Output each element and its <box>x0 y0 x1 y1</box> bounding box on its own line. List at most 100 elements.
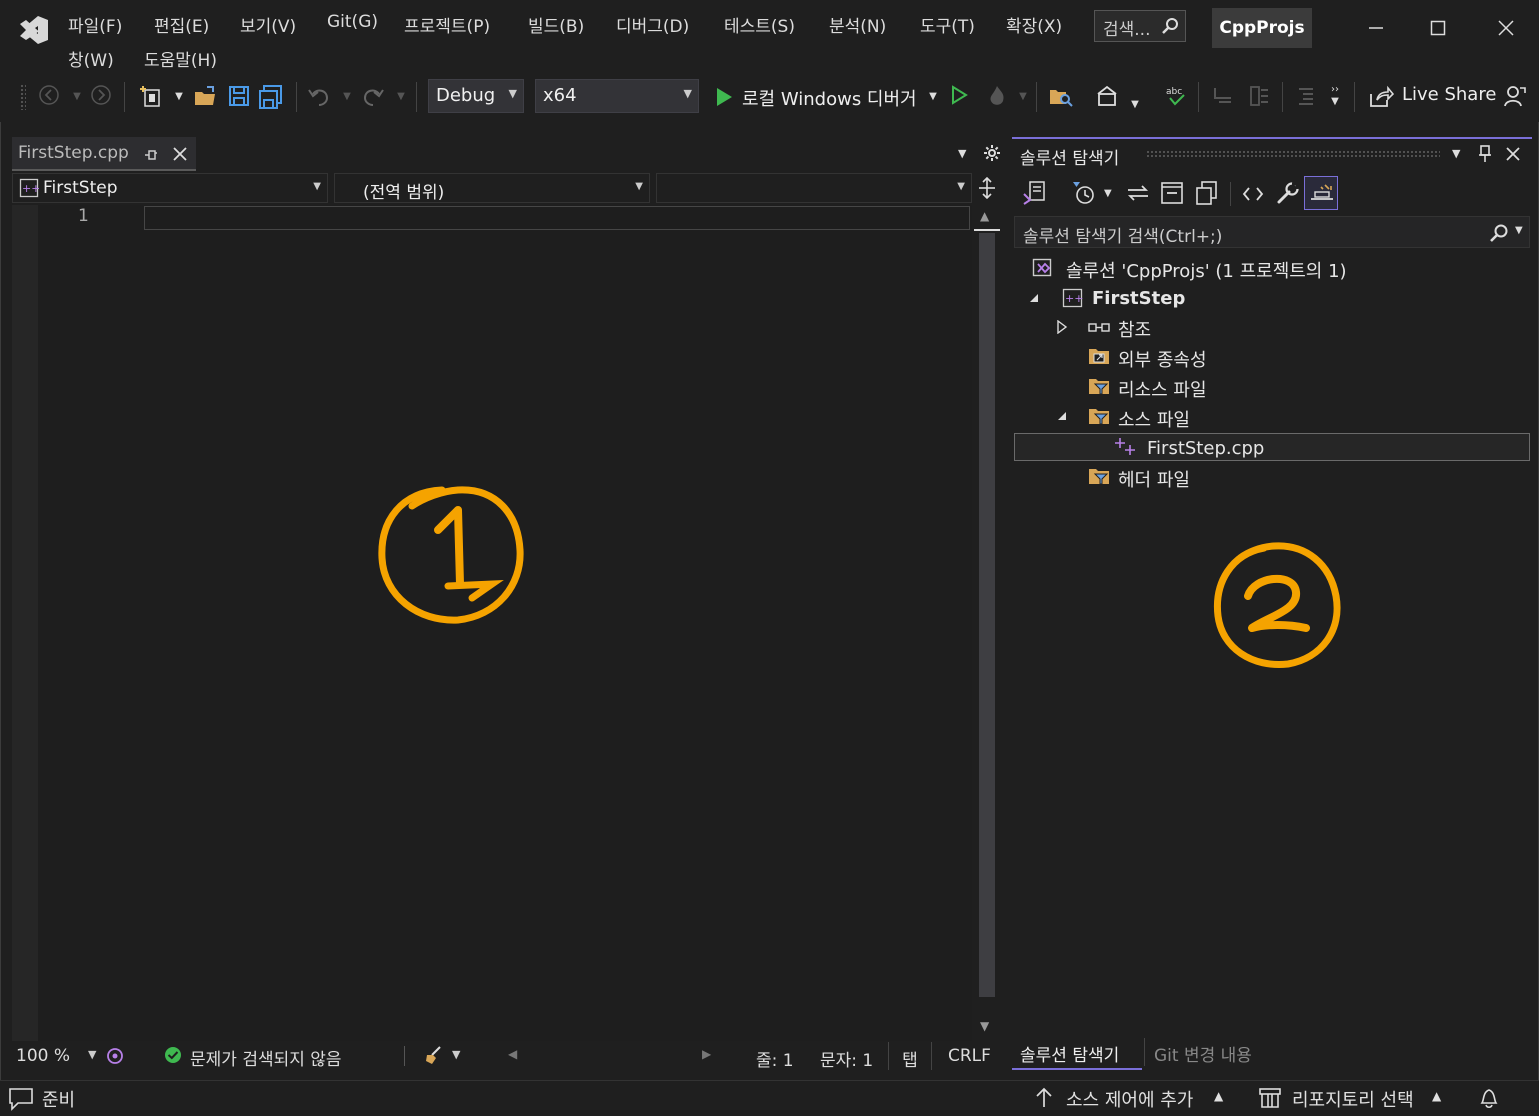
menu-file[interactable]: 파일(F) <box>68 12 122 37</box>
find-in-files-icon[interactable] <box>1048 84 1074 110</box>
collapse-all-icon[interactable] <box>1160 180 1184 206</box>
editor-horizontal-scrollbar[interactable]: ◀ ▶ <box>502 1044 722 1068</box>
toolbar-grip[interactable] <box>20 84 26 110</box>
scrollbar-thumb[interactable] <box>979 233 995 997</box>
menu-build[interactable]: 빌드(B) <box>528 12 584 37</box>
switch-views-icon[interactable] <box>1022 180 1048 206</box>
navigate-back-dropdown-icon[interactable]: ▼ <box>64 84 90 110</box>
menu-edit[interactable]: 편집(E) <box>154 12 209 37</box>
redo-icon[interactable] <box>360 84 386 110</box>
save-icon[interactable] <box>226 84 252 110</box>
expanded-triangle-icon[interactable] <box>1028 292 1040 304</box>
toolbar-overflow-icon[interactable]: ›› ▼ <box>1322 84 1348 110</box>
properties-wrench-icon[interactable] <box>1276 180 1300 206</box>
indent-icon[interactable] <box>1292 84 1318 110</box>
member-select[interactable]: ▼ <box>656 173 972 203</box>
collapsed-triangle-icon[interactable] <box>1056 320 1068 334</box>
search-options-dropdown-icon[interactable]: ▼ <box>1515 225 1523 236</box>
debug-target-dropdown-icon[interactable]: ▼ <box>920 84 946 110</box>
tree-project-node[interactable]: ++ FirstStep <box>1026 286 1512 312</box>
uncomment-icon[interactable] <box>1246 84 1272 110</box>
window-layout-icon[interactable] <box>1094 84 1120 110</box>
indent-mode-button[interactable]: 탭 <box>888 1042 932 1071</box>
split-editor-icon[interactable] <box>978 177 996 199</box>
global-search-box[interactable]: 검색... <box>1094 10 1186 42</box>
minimize-button[interactable] <box>1356 10 1396 46</box>
expanded-triangle-icon[interactable] <box>1056 410 1068 422</box>
navigate-back-icon[interactable] <box>36 84 62 110</box>
sync-with-active-document-icon[interactable] <box>1126 182 1150 204</box>
comment-out-icon[interactable] <box>1210 84 1236 110</box>
issues-status[interactable]: 문제가 검색되지 않음 <box>190 1045 342 1070</box>
char-position[interactable]: 문자: 1 <box>820 1046 873 1071</box>
pin-icon[interactable] <box>1478 145 1492 163</box>
tree-firststep-cpp-row[interactable]: FirstStep.cpp <box>1014 433 1530 461</box>
open-file-icon[interactable] <box>192 84 218 110</box>
scroll-left-icon[interactable]: ◀ <box>508 1047 517 1061</box>
menu-debug[interactable]: 디버그(D) <box>616 12 689 37</box>
tree-external-dependencies-node[interactable]: 외부 종속성 <box>1088 344 1508 371</box>
menu-git[interactable]: Git(G) <box>327 12 378 32</box>
close-panel-icon[interactable] <box>1505 146 1521 162</box>
tree-header-files-node[interactable]: 헤더 파일 <box>1088 464 1508 491</box>
solution-name-badge[interactable]: CppProjs <box>1212 8 1312 48</box>
new-project-dropdown-icon[interactable]: ▼ <box>166 84 192 110</box>
close-window-button[interactable] <box>1486 10 1526 46</box>
editor-vertical-scrollbar[interactable]: ▲ ▼ <box>974 205 1000 1041</box>
new-project-icon[interactable] <box>138 84 164 110</box>
menu-extensions[interactable]: 확장(X) <box>1006 12 1062 37</box>
tab-list-dropdown-icon[interactable]: ▼ <box>958 147 966 160</box>
tree-references-node[interactable]: 참조 <box>1054 314 1514 341</box>
show-all-files-icon[interactable] <box>1194 180 1220 206</box>
project-scope-select[interactable]: ++ FirstStep ▼ <box>12 173 328 203</box>
scroll-up-icon[interactable]: ▲ <box>980 209 989 223</box>
hot-reload-icon[interactable] <box>984 84 1010 110</box>
tree-solution-node[interactable]: 솔루션 'CppProjs' (1 프로젝트의 1) <box>1032 256 1512 282</box>
tab-git-changes[interactable]: Git 변경 내용 <box>1154 1038 1252 1070</box>
tree-resource-files-node[interactable]: 리소스 파일 <box>1088 374 1508 401</box>
platform-select[interactable]: x64 ▼ <box>535 79 699 113</box>
menu-help[interactable]: 도움말(H) <box>144 46 217 71</box>
zoom-level[interactable]: 100 % <box>16 1046 70 1066</box>
save-all-icon[interactable] <box>258 84 284 110</box>
close-tab-icon[interactable] <box>172 146 188 162</box>
line-position[interactable]: 줄: 1 <box>756 1046 794 1071</box>
global-scope-select[interactable]: (전역 범위) ▼ <box>334 173 650 203</box>
gear-icon[interactable] <box>984 145 1000 161</box>
notifications-bell-icon[interactable] <box>1478 1086 1500 1110</box>
menu-tools[interactable]: 도구(T) <box>920 12 975 37</box>
navigate-forward-icon[interactable] <box>88 84 114 110</box>
intellicode-icon[interactable] <box>106 1046 126 1066</box>
zoom-dropdown-icon[interactable]: ▼ <box>88 1048 96 1061</box>
filter-dropdown-icon[interactable]: ▼ <box>1104 188 1112 199</box>
menu-test[interactable]: 테스트(S) <box>724 12 795 37</box>
maximize-button[interactable] <box>1418 10 1458 46</box>
solution-search-input[interactable]: 솔루션 탐색기 검색(Ctrl+;) ▼ <box>1014 216 1530 248</box>
code-cleanup-dropdown-icon[interactable]: ▼ <box>452 1048 460 1061</box>
panel-drag-handle[interactable] <box>1146 150 1440 158</box>
menu-analyze[interactable]: 분석(N) <box>829 12 886 37</box>
line-ending-button[interactable]: CRLF <box>948 1046 991 1066</box>
tab-solution-explorer[interactable]: 솔루션 탐색기 <box>1012 1038 1142 1070</box>
scroll-right-icon[interactable]: ▶ <box>702 1047 711 1061</box>
pin-icon[interactable] <box>144 148 158 162</box>
hot-reload-dropdown-icon[interactable]: ▼ <box>1010 84 1036 110</box>
code-cleanup-broom-icon[interactable] <box>424 1045 444 1065</box>
pending-changes-filter-icon[interactable] <box>1070 180 1098 206</box>
start-without-debugging-icon[interactable] <box>946 84 972 110</box>
undo-dropdown-icon[interactable]: ▼ <box>334 84 360 110</box>
spell-check-icon[interactable]: abc <box>1164 84 1190 110</box>
menu-view[interactable]: 보기(V) <box>240 12 296 37</box>
redo-dropdown-icon[interactable]: ▼ <box>388 84 414 110</box>
view-code-icon[interactable] <box>1242 184 1264 204</box>
tree-source-files-node[interactable]: 소스 파일 <box>1054 404 1514 431</box>
preview-selected-items-button[interactable] <box>1304 176 1338 210</box>
scroll-down-icon[interactable]: ▼ <box>980 1019 989 1033</box>
configuration-select[interactable]: Debug ▼ <box>428 79 524 113</box>
output-message-icon[interactable] <box>8 1087 34 1111</box>
menu-project[interactable]: 프로젝트(P) <box>404 12 490 37</box>
document-tab-firststep[interactable]: FirstStep.cpp <box>12 137 196 171</box>
account-feedback-icon[interactable] <box>1502 84 1528 110</box>
panel-options-dropdown-icon[interactable]: ▼ <box>1452 147 1460 160</box>
layout-dropdown-icon[interactable]: ▼ <box>1122 92 1148 118</box>
